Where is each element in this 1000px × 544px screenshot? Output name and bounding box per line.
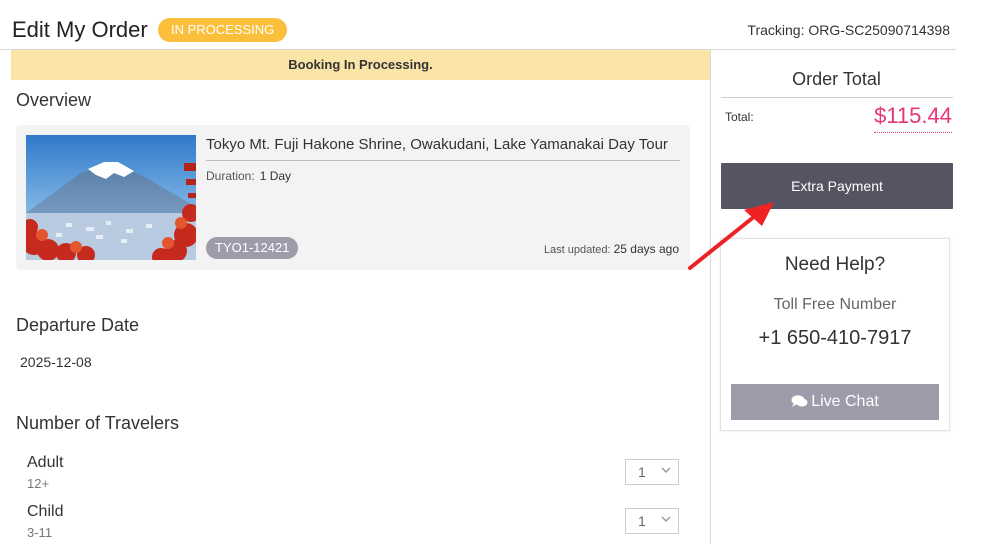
last-updated: Last updated: 25 days ago	[544, 242, 679, 256]
phone-number[interactable]: +1 650-410-7917	[721, 327, 949, 350]
toll-free-label: Toll Free Number	[773, 296, 897, 313]
adult-age: 12+	[27, 476, 50, 491]
live-chat-button[interactable]: Live Chat	[731, 384, 939, 420]
duration-value: 1 Day	[259, 169, 292, 183]
annotation-arrow-icon	[688, 202, 774, 270]
last-updated-label: Last updated:	[543, 244, 611, 256]
departure-date: 2025-12-08	[20, 354, 92, 370]
adult-label: Adult	[27, 454, 64, 471]
adult-quantity-select[interactable]: 1	[625, 459, 679, 485]
departure-title: Departure Date	[16, 315, 140, 335]
column-divider	[710, 50, 711, 544]
tracking-number: Tracking: ORG-SC25090714398	[747, 22, 950, 38]
adult-quantity-value: 1	[638, 464, 646, 480]
child-label: Child	[27, 503, 64, 520]
child-quantity-select[interactable]: 1	[625, 508, 679, 534]
order-total-title: Order Total	[792, 69, 881, 89]
order-total-divider	[721, 97, 953, 98]
overview-title: Overview	[16, 90, 92, 110]
child-age: 3-11	[27, 525, 53, 540]
travelers-title: Number of Travelers	[16, 413, 180, 433]
total-amount: $115.44	[874, 103, 952, 133]
total-label: Total:	[725, 110, 754, 124]
tour-name[interactable]: Tokyo Mt. Fuji Hakone Shrine, Owakudani,…	[206, 136, 680, 161]
live-chat-label: Live Chat	[811, 393, 879, 410]
duration-label: Duration:	[206, 169, 255, 183]
status-badge: IN PROCESSING	[158, 18, 288, 42]
tour-duration: Duration: 1 Day	[206, 169, 291, 183]
product-code-badge: TYO1-12421	[206, 237, 299, 259]
chevron-down-icon	[661, 516, 671, 523]
child-quantity-value: 1	[638, 513, 646, 529]
chevron-down-icon	[661, 467, 671, 474]
processing-banner: Booking In Processing.	[11, 50, 710, 80]
page-title: Edit My Order	[12, 17, 148, 42]
chat-bubble-icon	[791, 395, 808, 407]
page-header: Edit My Order IN PROCESSING Tracking: OR…	[0, 0, 956, 50]
last-updated-value: 25 days ago	[613, 242, 679, 256]
tour-card: Tokyo Mt. Fuji Hakone Shrine, Owakudani,…	[16, 125, 690, 270]
tour-image	[26, 135, 196, 260]
